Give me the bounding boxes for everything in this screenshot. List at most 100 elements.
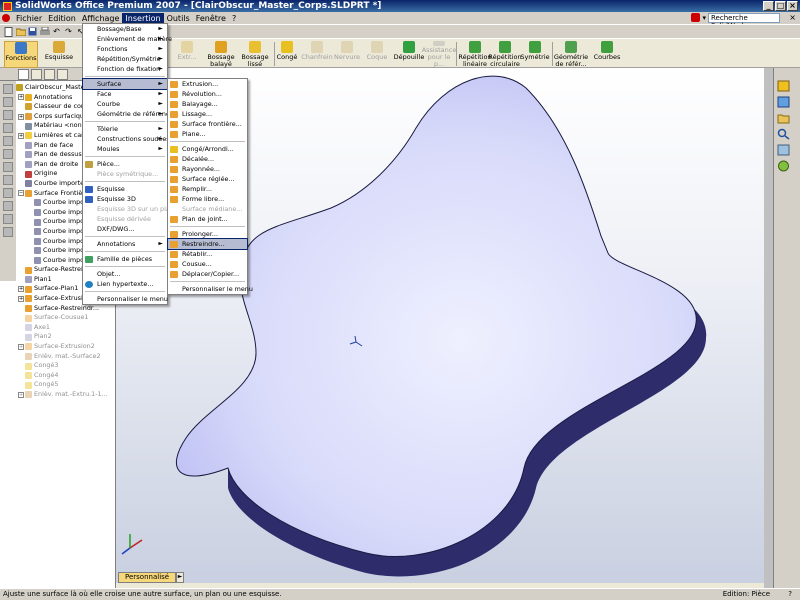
tree-item-fillet5[interactable]: Congé5 <box>16 380 116 390</box>
help-icon[interactable]: ? <box>788 589 792 600</box>
menu-affichage[interactable]: Affichage <box>79 13 123 24</box>
tree-item-trim-surface[interactable]: Surface-Restreindr... <box>16 304 116 314</box>
mirror-button[interactable]: Symétrie <box>518 41 552 68</box>
open-folder-icon[interactable] <box>15 26 26 37</box>
circular-pattern-button[interactable]: Répétition circulaire <box>488 41 522 68</box>
menu-item-piece[interactable]: Pièce... <box>83 159 167 169</box>
submenu-item-personnaliser[interactable]: Personnaliser le menu <box>168 284 253 294</box>
submenu-item-restreindre[interactable]: Restreindre... <box>167 238 248 250</box>
submenu-item-revolution[interactable]: Révolution... <box>168 89 247 99</box>
zoom-fit-icon[interactable] <box>3 97 13 107</box>
zoom-area-icon[interactable] <box>3 110 13 120</box>
solidworks-resources-icon[interactable] <box>777 80 790 92</box>
menu-outils[interactable]: Outils <box>164 13 193 24</box>
document-close-button[interactable]: × <box>789 13 796 22</box>
lofted-boss-button[interactable]: Bossage lissé <box>238 41 272 68</box>
tree-item-plane2[interactable]: Plan2 <box>16 332 116 342</box>
submenu-item-lissage[interactable]: Lissage... <box>168 109 247 119</box>
submenu-item-balayage[interactable]: Balayage... <box>168 99 247 109</box>
menu-item-lien-hypertexte[interactable]: Lien hypertexte... <box>83 279 167 289</box>
tab-personnalise[interactable]: Personnalisé <box>118 572 177 583</box>
submenu-item-retablir[interactable]: Rétablir... <box>168 249 247 259</box>
new-document-icon[interactable] <box>3 26 14 37</box>
menu-item-personnaliser[interactable]: Personnaliser le menu <box>83 294 168 304</box>
extruded-boss-button[interactable]: Extr... <box>170 41 204 68</box>
feature-tree-tab-icon[interactable] <box>18 68 29 80</box>
menu-edition[interactable]: Edition <box>45 13 79 24</box>
submenu-item-surface-mediane[interactable]: Surface médiane... <box>168 204 247 214</box>
submenu-item-rayonnee[interactable]: Rayonnée... <box>168 164 247 174</box>
document-icon[interactable] <box>2 14 10 22</box>
pan-icon[interactable] <box>3 136 13 146</box>
view-palette-icon[interactable] <box>777 144 790 156</box>
tree-item-fillet3[interactable]: Congé3 <box>16 361 116 371</box>
tree-item-fillet4[interactable]: Congé4 <box>16 371 116 381</box>
submenu-item-plane[interactable]: Plane... <box>168 129 247 139</box>
menu-item-dxf-dwg[interactable]: DXF/DWG... <box>83 224 167 234</box>
property-manager-tab-icon[interactable] <box>31 68 42 80</box>
submenu-item-deplacer-copier[interactable]: Déplacer/Copier... <box>168 269 247 279</box>
appearances-icon[interactable] <box>777 160 790 172</box>
menu-item-geometrie-reference[interactable]: Géométrie de référence ► <box>83 109 173 119</box>
submenu-item-remplir[interactable]: Remplir... <box>168 184 247 194</box>
tab-fonctions[interactable]: Fonctions <box>4 41 38 68</box>
minimize-button[interactable]: _ <box>763 1 774 11</box>
submenu-item-surface-reglee[interactable]: Surface réglée... <box>168 174 247 184</box>
tree-item-cut-surface[interactable]: Enlèv. mat.-Surface2 <box>16 352 116 362</box>
tab-esquisse[interactable]: Esquisse <box>42 41 76 68</box>
menu-item-esquisse-3d-plan[interactable]: Esquisse 3D sur un plan <box>83 204 174 214</box>
save-icon[interactable] <box>27 26 38 37</box>
perspective-icon[interactable] <box>3 214 13 224</box>
search-dropdown-icon[interactable]: ▾ <box>702 14 706 22</box>
menu-item-esquisse-derivee[interactable]: Esquisse dérivée <box>83 214 167 224</box>
dimxpert-tab-icon[interactable] <box>57 68 68 80</box>
menu-item-courbe[interactable]: Courbe ► <box>83 99 167 109</box>
configuration-manager-tab-icon[interactable] <box>44 68 55 80</box>
submenu-item-surface-frontiere[interactable]: Surface frontière... <box>168 119 247 129</box>
reference-geometry-button[interactable]: Géométrie de référ... <box>554 41 588 68</box>
shaded-icon[interactable] <box>3 162 13 172</box>
menu-item-annotations[interactable]: Annotations ► <box>83 239 167 249</box>
menu-item-objet[interactable]: Objet... <box>83 269 167 279</box>
menu-item-repetition-symetrie[interactable]: Répétition/Symétrie ► <box>83 54 167 64</box>
tree-item-knit-surface[interactable]: Surface-Cousue1 <box>16 313 116 323</box>
wireframe-icon[interactable] <box>3 175 13 185</box>
shadows-icon[interactable] <box>3 201 13 211</box>
menu-insertion[interactable]: Insertion <box>122 12 164 24</box>
rib-button[interactable]: Nervure <box>330 41 364 68</box>
submenu-item-decalee[interactable]: Décalée... <box>168 154 247 164</box>
submenu-item-conge-arrondi[interactable]: Congé/Arrondi... <box>168 144 247 154</box>
menu-item-fonctions[interactable]: Fonctions ► <box>83 44 167 54</box>
menu-item-tolerie[interactable]: Tôlerie ► <box>83 124 167 134</box>
hidden-lines-icon[interactable] <box>3 188 13 198</box>
tree-item-axis[interactable]: Axe1 <box>16 323 116 333</box>
submenu-item-cousue[interactable]: Cousue... <box>168 259 247 269</box>
chamfer-button[interactable]: Chanfrein <box>300 41 334 68</box>
menu-item-esquisse[interactable]: Esquisse <box>83 184 167 194</box>
view-orientation-icon[interactable] <box>3 84 13 94</box>
menu-item-constructions-soudees[interactable]: Constructions soudées ► <box>83 134 170 144</box>
tab-scroll-arrow-icon[interactable]: ► <box>176 572 185 583</box>
fillet-button[interactable]: Congé <box>270 41 304 68</box>
submenu-item-plan-joint[interactable]: Plan de joint... <box>168 214 247 224</box>
menu-item-fonction-fixation[interactable]: Fonction de fixation ► <box>83 64 167 74</box>
redo-icon[interactable]: ↷ <box>63 26 74 37</box>
search-icon[interactable] <box>777 128 790 140</box>
print-icon[interactable] <box>39 26 50 37</box>
file-explorer-icon[interactable] <box>777 112 790 124</box>
submenu-item-forme-libre[interactable]: Forme libre... <box>168 194 247 204</box>
design-library-icon[interactable] <box>777 96 790 108</box>
curves-button[interactable]: Courbes <box>590 41 624 68</box>
shell-button[interactable]: Coque <box>360 41 394 68</box>
menu-item-face[interactable]: Face ► <box>83 89 167 99</box>
tree-item-cut-extrude[interactable]: + Enlèv. mat.-Extru.1-1... <box>16 390 116 400</box>
menu-item-esquisse-3d[interactable]: Esquisse 3D <box>83 194 167 204</box>
tree-item-surface-extrude2[interactable]: + Surface-Extrusion2 <box>16 342 116 352</box>
menu-item-surface[interactable]: Surface ► <box>82 78 168 90</box>
menu-item-bossage-base[interactable]: Bossage/Base ► <box>83 24 167 34</box>
menu-item-famille-pieces[interactable]: Famille de pièces <box>83 254 167 264</box>
vertical-scrollbar[interactable] <box>764 68 774 588</box>
menu-help[interactable]: ? <box>229 13 239 24</box>
maximize-button[interactable]: □ <box>775 1 786 11</box>
close-button[interactable]: × <box>787 1 798 11</box>
